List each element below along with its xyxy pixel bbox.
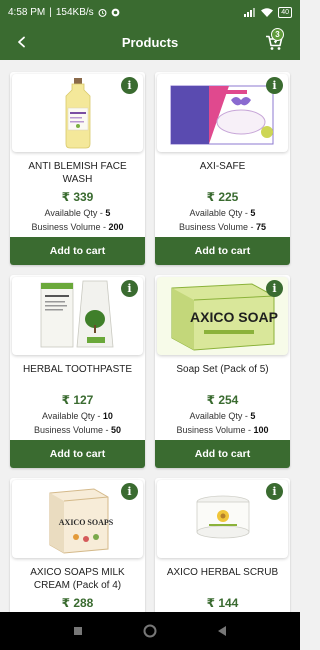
info-icon[interactable]: i (121, 77, 138, 94)
business-volume: Business Volume - 100 (176, 425, 269, 435)
status-bar: 4:58 PM | 154KB/s 40 (0, 0, 300, 24)
available-qty: Available Qty - 10 (42, 411, 113, 421)
product-price: ₹ 225 (206, 190, 239, 204)
soap-box-text: AXICO SOAP (190, 309, 278, 325)
info-icon[interactable]: i (121, 280, 138, 297)
add-to-cart-button[interactable]: Add to cart (10, 440, 145, 468)
signal-icon (244, 7, 256, 17)
product-price: ₹ 144 (206, 596, 239, 610)
product-card[interactable]: i HERBAL TOOTHPASTE ₹ 127 Available Qty … (10, 275, 145, 468)
system-nav-bar (0, 612, 300, 650)
battery-icon: 40 (278, 6, 292, 18)
page-title: Products (121, 34, 179, 50)
product-card[interactable]: i AXI-SAFE ₹ 225 Available Qty - 5 Busin… (155, 72, 290, 265)
available-qty: Available Qty - 5 (189, 208, 256, 218)
info-icon[interactable]: i (266, 77, 283, 94)
cart-button[interactable]: 3 (260, 28, 288, 57)
info-icon[interactable]: i (266, 483, 283, 500)
info-icon[interactable]: i (266, 280, 283, 297)
home-button[interactable] (141, 622, 159, 640)
info-icon[interactable]: i (121, 483, 138, 500)
business-volume: Business Volume - 75 (178, 222, 267, 232)
back-button[interactable] (10, 30, 34, 54)
circle-icon (143, 624, 157, 638)
business-volume: Business Volume - 200 (31, 222, 124, 232)
product-name: AXICO SOAPS MILK CREAM (Pack of 4) (30, 567, 125, 591)
product-card[interactable]: i ANTI BLEMISH FACE WASH ₹ 339 Available… (10, 72, 145, 265)
add-to-cart-button[interactable]: Add to cart (10, 237, 145, 265)
product-price: ₹ 127 (61, 393, 94, 407)
product-name: Soap Set (Pack of 5) (176, 364, 269, 375)
status-time: 4:58 PM (8, 6, 46, 18)
cart-count-badge: 3 (271, 28, 284, 41)
product-name: HERBAL TOOTHPASTE (22, 364, 133, 375)
product-price: ₹ 288 (61, 596, 94, 610)
product-grid: i ANTI BLEMISH FACE WASH ₹ 339 Available… (0, 60, 300, 612)
product-card[interactable]: AXICO SOAPS i AXICO SOAPS MILK CREAM (Pa… (10, 478, 145, 612)
network-speed: 154KB/s (55, 6, 94, 18)
product-card[interactable]: i AXICO HERBAL SCRUB ₹ 144 Available Qty… (155, 478, 290, 612)
milk-soap-box-text: AXICO SOAPS (58, 518, 113, 527)
wifi-icon (261, 7, 274, 17)
available-qty: Available Qty - 5 (44, 208, 111, 218)
triangle-back-icon (218, 626, 226, 636)
product-name: ANTI BLEMISH FACE WASH (28, 161, 127, 185)
product-price: ₹ 339 (61, 190, 94, 204)
app-bar: Products 3 (0, 24, 300, 60)
product-name: AXI-SAFE (199, 161, 246, 172)
square-icon (74, 627, 82, 635)
system-back-button[interactable] (213, 622, 231, 640)
product-card[interactable]: AXICO SOAP i Soap Set (Pack of 5) ₹ 254 … (155, 275, 290, 468)
alarm-icon (98, 8, 107, 17)
app-notification-icon (111, 8, 120, 17)
back-arrow-icon (18, 36, 25, 48)
recent-apps-button[interactable] (69, 622, 87, 640)
product-price: ₹ 254 (206, 393, 239, 407)
available-qty: Available Qty - 5 (189, 411, 256, 421)
add-to-cart-button[interactable]: Add to cart (155, 237, 290, 265)
business-volume: Business Volume - 50 (33, 425, 122, 435)
add-to-cart-button[interactable]: Add to cart (155, 440, 290, 468)
product-name: AXICO HERBAL SCRUB (166, 567, 279, 578)
